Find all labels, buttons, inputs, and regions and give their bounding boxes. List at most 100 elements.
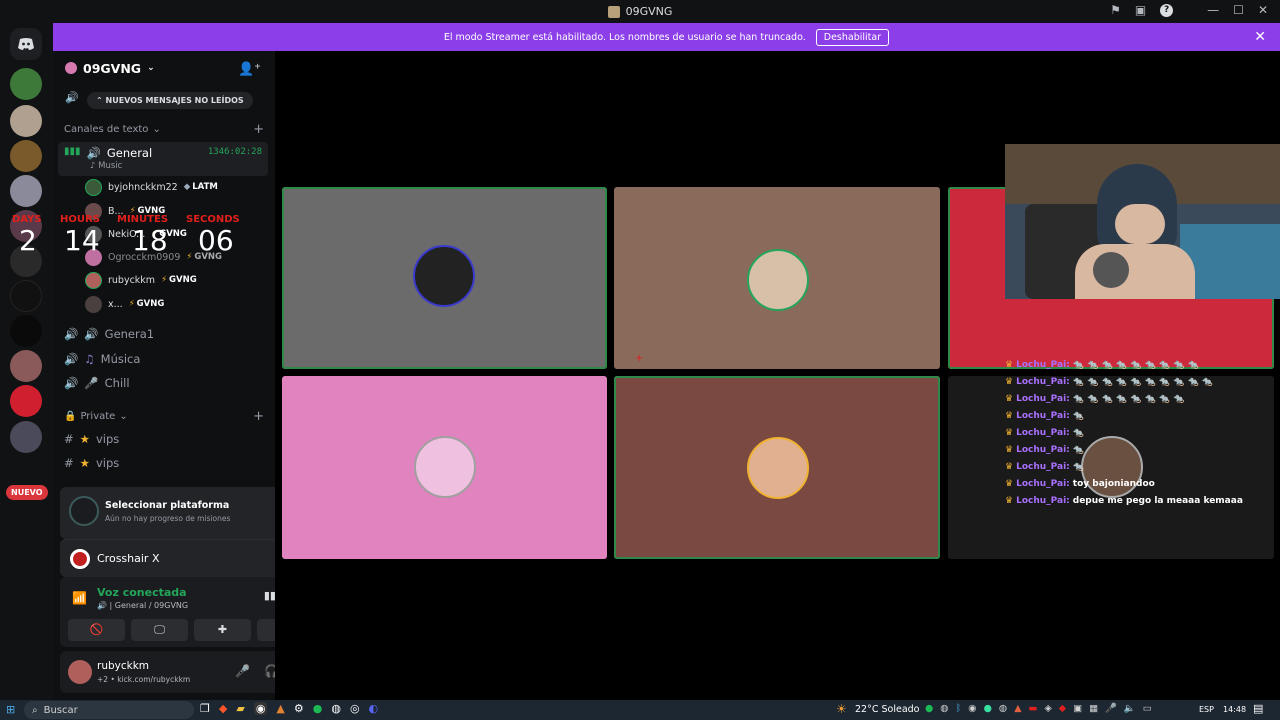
voice-member[interactable]: rubyckkm ⚡ GVNG <box>85 270 197 290</box>
volume-icon[interactable]: 🔈 <box>1124 703 1136 714</box>
voice-location[interactable]: 🔊 | General / 09GVNG <box>97 601 188 610</box>
windows-taskbar: ⊞ ⌕ Buscar ❐ ◆ ▰ ◉ ▲ ⚙ ● ◍ ◎ ◐ ☀ 22°C So… <box>0 700 1280 720</box>
participant-tile[interactable] <box>614 376 940 559</box>
avatar[interactable] <box>68 660 92 684</box>
discord-home-icon[interactable] <box>10 28 42 60</box>
taskbar-search[interactable]: ⌕ Buscar <box>24 701 194 719</box>
flag-icon[interactable]: ⚑ <box>1110 3 1121 17</box>
tray-app-icon[interactable]: ▲ <box>1014 703 1021 714</box>
tray-app-icon[interactable]: ● <box>925 703 933 714</box>
add-channel-icon[interactable]: + <box>253 409 264 424</box>
server-avatar[interactable] <box>10 105 42 137</box>
chat-message: ♛ Lochu_Pai: 🐀 🐀 🐀 🐀 🐀 🐀 🐀 🐀 🐀 <box>1005 360 1199 370</box>
camera-off-button[interactable]: 🚫 <box>68 619 125 641</box>
participant-avatar <box>747 437 809 499</box>
voice-channel-chill[interactable]: 🔊 🎤 Chill <box>58 371 268 395</box>
channel-sidebar: 09GVNG ⌄ 👤⁺ 🔊 ⌃ NUEVOS MENSAJES NO LEÍDO… <box>53 51 322 700</box>
bluetooth-icon[interactable]: ᛒ <box>956 703 962 714</box>
tray-app-icon[interactable]: ▣ <box>1073 703 1082 714</box>
server-header[interactable]: 09GVNG ⌄ 👤⁺ <box>53 51 275 85</box>
gem-icon: ◆ <box>183 182 191 192</box>
participant-tile[interactable] <box>282 376 607 559</box>
tray-app-icon[interactable]: ◈ <box>1044 703 1051 714</box>
server-avatar[interactable] <box>10 385 42 417</box>
server-avatar[interactable] <box>10 280 42 312</box>
category-text-channels[interactable]: Canales de texto ⌄ + <box>64 122 264 137</box>
voice-member[interactable]: x... ⚡ GVNG <box>85 294 164 314</box>
close-banner-icon[interactable]: ✕ <box>1254 29 1266 45</box>
tray-app-icon[interactable]: ◉ <box>968 703 976 714</box>
disable-streamer-button[interactable]: Deshabilitar <box>815 28 890 46</box>
crown-icon: ♛ <box>1005 411 1014 421</box>
tray-app-icon[interactable]: ◍ <box>940 703 948 714</box>
microphone-icon[interactable]: 🎤 <box>235 664 250 678</box>
obs-icon[interactable]: ◉ <box>253 702 268 715</box>
brave-icon[interactable]: ◆ <box>219 702 227 715</box>
steam-icon[interactable]: ◍ <box>331 702 341 715</box>
battery-icon[interactable]: ▭ <box>1143 703 1152 714</box>
voice-channel-general1[interactable]: 🔊 🔊 Genera1 <box>58 322 268 346</box>
server-avatar[interactable] <box>10 140 42 172</box>
participant-tile[interactable]: + <box>614 187 940 369</box>
language-indicator[interactable]: ESP <box>1199 705 1214 714</box>
server-avatar[interactable] <box>10 210 42 242</box>
server-avatar[interactable] <box>10 68 42 100</box>
crown-icon: ♛ <box>1005 394 1014 404</box>
activities-button[interactable]: ✚ <box>194 619 251 641</box>
steam-icon[interactable]: ◍ <box>999 703 1007 714</box>
voice-channel-musica[interactable]: 🔊 ♫ Música <box>58 347 268 371</box>
guild-tag: ⚡ GVNG <box>186 252 223 262</box>
guild-tag: ⚡ GVNG <box>129 206 166 216</box>
category-private[interactable]: 🔒 Private ⌄ + <box>64 409 264 424</box>
participant-avatar <box>747 249 809 311</box>
tray-app-icon[interactable]: ◆ <box>1059 703 1066 714</box>
clock[interactable]: 14:48 <box>1223 705 1246 714</box>
username[interactable]: rubyckkm <box>97 660 149 672</box>
tray-app-icon[interactable]: ▦ <box>1089 703 1098 714</box>
chat-message: ♛ Lochu_Pai: 🐀 <box>1005 462 1084 472</box>
voice-member[interactable]: byjohnckkm22 ◆ LATM <box>85 177 218 197</box>
app-icon[interactable]: ▲ <box>276 702 284 715</box>
text-channel-vips[interactable]: # ★ vips <box>58 427 268 451</box>
help-icon[interactable]: ? <box>1160 3 1174 17</box>
voice-member[interactable]: B... ⚡ GVNG <box>85 201 165 221</box>
task-view-icon[interactable]: ❐ <box>200 702 210 715</box>
windows-start-icon[interactable]: ⊞ <box>6 703 15 716</box>
close-icon[interactable]: ✕ <box>1258 3 1268 17</box>
server-avatar[interactable] <box>10 350 42 382</box>
voice-member[interactable]: Ogrocckm0909 ⚡ GVNG <box>85 247 222 267</box>
tray-app-icon[interactable]: ● <box>984 703 992 714</box>
folder-icon[interactable]: ▰ <box>236 702 244 715</box>
weather-text[interactable]: 22°C Soleado <box>855 704 919 715</box>
text-channel-vips[interactable]: # ★ vips <box>58 451 268 475</box>
voice-activity-icon: ▮▮▮ <box>64 146 81 157</box>
server-avatar[interactable] <box>10 315 42 347</box>
minimize-icon[interactable]: — <box>1207 3 1219 17</box>
voice-channel-general[interactable]: ▮▮▮ 🔊 General 1346:02:28 ♪ Music <box>58 142 268 176</box>
participant-tile[interactable] <box>282 187 607 369</box>
maximize-icon[interactable]: ☐ <box>1233 3 1244 17</box>
add-channel-icon[interactable]: + <box>253 122 264 137</box>
spotify-icon[interactable]: ● <box>313 702 323 715</box>
notifications-icon[interactable]: ▤ <box>1253 702 1263 715</box>
voice-member[interactable]: NekiO... ⚡ GVNG <box>85 224 187 244</box>
speaker-icon: 🔊 <box>86 146 101 160</box>
invite-people-icon[interactable]: 👤⁺ <box>238 62 261 77</box>
settings-icon[interactable]: ⚙ <box>294 702 304 715</box>
unread-messages-pill[interactable]: ⌃ NUEVOS MENSAJES NO LEÍDOS <box>87 92 253 109</box>
server-avatar[interactable] <box>10 245 42 277</box>
obs-icon[interactable]: ◎ <box>350 702 360 715</box>
microphone-icon[interactable]: 🎤 <box>1105 703 1117 714</box>
server-avatar[interactable] <box>10 175 42 207</box>
server-avatar[interactable] <box>10 421 42 453</box>
crown-icon: ♛ <box>1005 360 1014 370</box>
inbox-icon[interactable]: ▣ <box>1135 3 1146 17</box>
tray-app-icon[interactable]: ▬ <box>1029 703 1038 714</box>
hashtag-icon: # <box>64 432 74 446</box>
title-bar: 09GVNG ⚑ ▣ ? — ☐ ✕ <box>0 0 1280 23</box>
guild-tag: ⚡ GVNG <box>161 275 197 285</box>
guild-tag: ◆ LATM <box>183 182 218 192</box>
bolt-icon: ⚡ <box>186 252 193 262</box>
screen-share-button[interactable]: 🖵 <box>131 619 188 641</box>
discord-icon[interactable]: ◐ <box>369 702 379 715</box>
